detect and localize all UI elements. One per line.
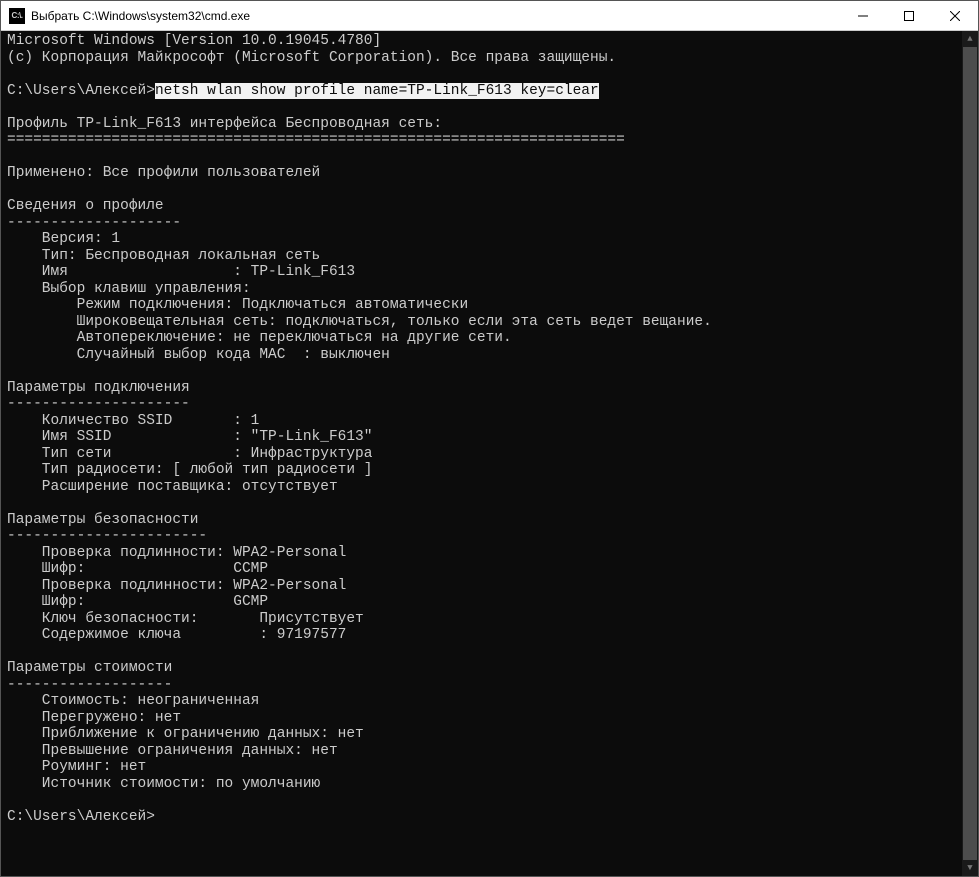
conn-ssid-name: Имя SSID : "TP-Link_F613" [7, 429, 372, 445]
applied-line: Применено: Все профили пользователей [7, 165, 320, 181]
scroll-down-arrow-icon[interactable]: ▼ [962, 860, 978, 876]
conn-net-type: Тип сети : Инфраструктура [7, 446, 372, 462]
profile-autoswitch: Автопереключение: не переключаться на др… [7, 330, 512, 346]
sec-key-present: Ключ безопасности: Присутствует [7, 611, 364, 627]
section-profile-rule: -------------------- [7, 215, 181, 231]
conn-radio-type: Тип радиосети: [ любой тип радиосети ] [7, 462, 372, 478]
profile-broadcast: Широковещательная сеть: подключаться, то… [7, 314, 712, 330]
window-controls [840, 1, 978, 30]
section-sec-title: Параметры безопасности [7, 512, 198, 528]
section-sec-rule: ----------------------- [7, 528, 207, 544]
maximize-icon [904, 11, 914, 21]
cost-congested: Перегружено: нет [7, 710, 181, 726]
section-conn-rule: --------------------- [7, 396, 190, 412]
profile-type: Тип: Беспроводная локальная сеть [7, 248, 320, 264]
close-icon [950, 11, 960, 21]
cmd-window: C:\. Выбрать C:\Windows\system32\cmd.exe… [0, 0, 979, 877]
profile-header-rule: ========================================… [7, 132, 625, 148]
sec-cipher-2: Шифр: GCMP [7, 594, 268, 610]
selected-command: netsh wlan show profile name=TP-Link_F61… [155, 83, 599, 99]
cost-over: Превышение ограничения данных: нет [7, 743, 338, 759]
header-line-2: (c) Корпорация Майкрософт (Microsoft Cor… [7, 50, 616, 66]
profile-macrandom: Случайный выбор кода MAC : выключен [7, 347, 390, 363]
section-profile-title: Сведения о профиле [7, 198, 164, 214]
terminal-output[interactable]: Microsoft Windows [Version 10.0.19045.47… [1, 31, 978, 876]
conn-ssid-count: Количество SSID : 1 [7, 413, 259, 429]
scroll-up-arrow-icon[interactable]: ▲ [962, 31, 978, 47]
profile-name: Имя : TP-Link_F613 [7, 264, 355, 280]
cost-source: Источник стоимости: по умолчанию [7, 776, 320, 792]
prompt-1-path: C:\Users\Алексей> [7, 83, 155, 99]
section-cost-title: Параметры стоимости [7, 660, 172, 676]
section-conn-title: Параметры подключения [7, 380, 190, 396]
cost-approach: Приближение к ограничению данных: нет [7, 726, 364, 742]
cost-value: Стоимость: неограниченная [7, 693, 259, 709]
sec-auth-2: Проверка подлинности: WPA2-Personal [7, 578, 346, 594]
window-title: Выбрать C:\Windows\system32\cmd.exe [31, 9, 840, 23]
profile-connmode: Режим подключения: Подключаться автомати… [7, 297, 468, 313]
sec-cipher-1: Шифр: CCMP [7, 561, 268, 577]
minimize-button[interactable] [840, 1, 886, 30]
profile-keyselect: Выбор клавиш управления: [7, 281, 251, 297]
vertical-scrollbar[interactable]: ▲ ▼ [962, 31, 978, 876]
sec-auth-1: Проверка подлинности: WPA2-Personal [7, 545, 346, 561]
profile-header-line: Профиль TP-Link_F613 интерфейса Беспрово… [7, 116, 442, 132]
section-cost-rule: ------------------- [7, 677, 172, 693]
header-line-1: Microsoft Windows [Version 10.0.19045.47… [7, 33, 381, 49]
close-button[interactable] [932, 1, 978, 30]
minimize-icon [858, 11, 868, 21]
conn-vendor-ext: Расширение поставщика: отсутствует [7, 479, 338, 495]
prompt-2-path: C:\Users\Алексей> [7, 809, 155, 825]
cost-roaming: Роуминг: нет [7, 759, 146, 775]
maximize-button[interactable] [886, 1, 932, 30]
sec-key-content: Содержимое ключа : 97197577 [7, 627, 346, 643]
profile-version: Версия: 1 [7, 231, 120, 247]
cmd-icon: C:\. [9, 8, 25, 24]
scrollbar-thumb[interactable] [963, 47, 977, 860]
titlebar[interactable]: C:\. Выбрать C:\Windows\system32\cmd.exe [1, 1, 978, 31]
